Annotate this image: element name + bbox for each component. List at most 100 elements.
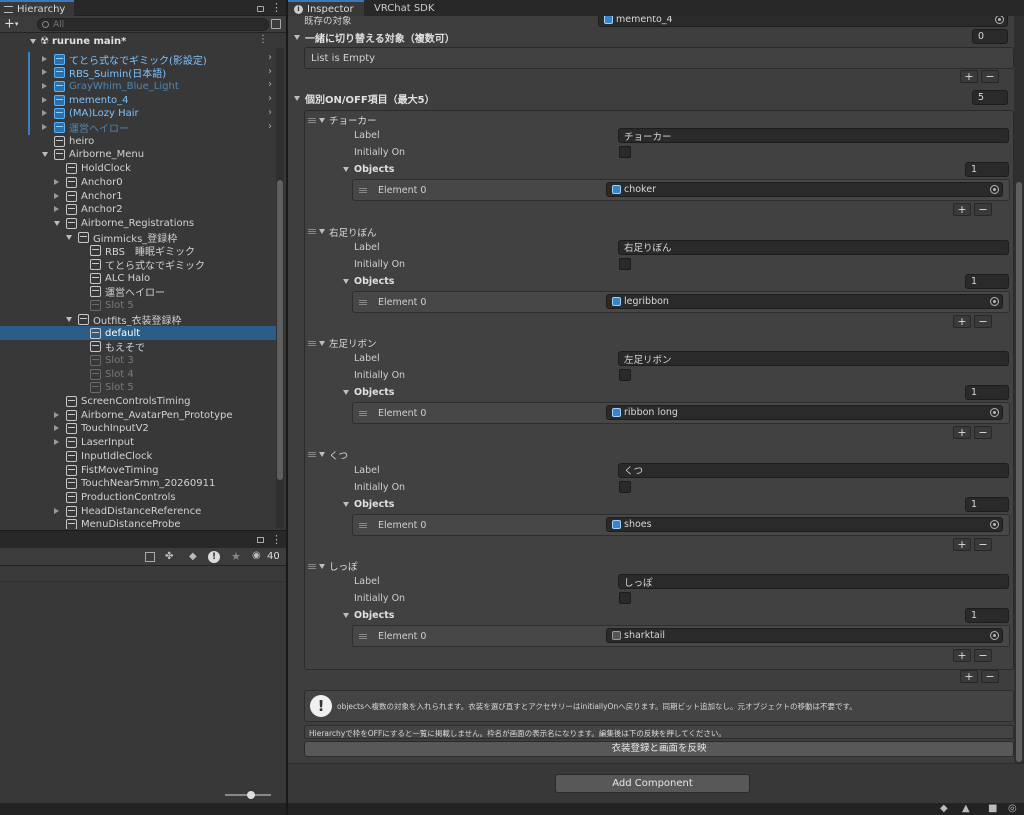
tab-hierarchy[interactable]: Hierarchy <box>0 0 74 16</box>
drag-handle-icon[interactable] <box>308 340 316 346</box>
expand-arrow-icon[interactable] <box>42 110 47 117</box>
open-prefab-chevron-icon[interactable]: › <box>268 52 272 63</box>
open-prefab-chevron-icon[interactable]: › <box>268 107 272 118</box>
objects-collapse-arrow[interactable] <box>343 613 349 618</box>
entry-header[interactable]: 左足リボン <box>308 336 377 350</box>
element-drag-handle-icon[interactable] <box>359 188 367 193</box>
individual-count-field[interactable]: 5 <box>972 90 1008 105</box>
element-drag-handle-icon[interactable] <box>359 634 367 639</box>
tree-item[interactable]: Anchor2 <box>0 203 276 217</box>
drag-handle-icon[interactable] <box>308 452 316 457</box>
objects-collapse-arrow[interactable] <box>343 501 349 507</box>
objects-header[interactable]: Objects <box>343 499 394 510</box>
tree-item[interactable]: ALC Halo <box>0 271 276 285</box>
tree-item[interactable]: てとら式なでギミック(影設定) › <box>0 52 276 67</box>
expand-arrow-icon[interactable] <box>54 411 59 418</box>
expand-arrow-icon[interactable] <box>54 206 59 213</box>
objects-header[interactable]: Objects <box>343 610 394 621</box>
objects-remove-button[interactable]: − <box>974 314 992 328</box>
drag-handle-icon[interactable] <box>308 117 316 123</box>
collapse-arrow-icon[interactable] <box>42 152 48 158</box>
tree-item[interactable]: Gimmicks_登録枠 <box>0 230 276 245</box>
lock-icon[interactable] <box>257 6 264 12</box>
entry-collapse-arrow[interactable] <box>319 340 325 346</box>
expand-arrow-icon[interactable] <box>42 96 47 103</box>
status-icon-2[interactable]: ▲ <box>962 803 970 814</box>
warning-icon[interactable]: ! <box>208 551 220 563</box>
entry-header[interactable]: くつ <box>308 448 348 462</box>
drag-handle-icon[interactable] <box>308 563 316 569</box>
object-picker-icon[interactable] <box>990 185 999 194</box>
objects-header[interactable]: Objects <box>343 164 394 175</box>
search-input[interactable]: All <box>37 18 269 31</box>
tree-item[interactable]: Slot 5 <box>0 381 276 395</box>
initially-on-checkbox[interactable] <box>619 592 631 604</box>
tag-icon[interactable]: ◆ <box>189 551 197 562</box>
entry-header[interactable]: しっぽ <box>308 559 358 573</box>
objects-count-field[interactable]: 1 <box>965 608 1009 623</box>
tree-item[interactable]: LaserInput <box>0 436 276 450</box>
objects-add-button[interactable]: + <box>953 649 971 662</box>
tree-item[interactable]: ScreenControlsTiming <box>0 395 276 409</box>
tree-item[interactable]: heiro <box>0 134 276 148</box>
initially-on-checkbox[interactable] <box>619 257 631 270</box>
expand-arrow-icon[interactable] <box>42 124 47 130</box>
entry-collapse-arrow[interactable] <box>319 229 325 234</box>
status-icon-4[interactable]: ◎ <box>1008 803 1017 814</box>
entry-collapse-arrow[interactable] <box>319 117 325 123</box>
object-picker-icon[interactable] <box>990 296 999 306</box>
tree-item[interactable]: default <box>0 326 276 340</box>
tree-item[interactable]: Anchor0 <box>0 175 276 189</box>
filter-type-icon[interactable]: ✤ <box>165 551 173 562</box>
existing-target-field[interactable]: memento_4 <box>598 16 1008 27</box>
scene-filter-icon[interactable] <box>271 19 281 29</box>
tree-item[interactable]: ProductionControls <box>0 490 276 504</box>
object-picker-icon[interactable] <box>990 519 999 529</box>
objects-collapse-arrow[interactable] <box>343 278 349 284</box>
tab-inspector[interactable]: i Inspector <box>288 0 364 16</box>
tree-item[interactable]: MenuDistanceProbe <box>0 518 276 529</box>
tree-item[interactable]: Slot 5 <box>0 299 276 313</box>
label-input[interactable]: しっぽ <box>618 574 1009 589</box>
tree-item[interactable]: memento_4 › <box>0 93 276 108</box>
open-prefab-chevron-icon[interactable]: › <box>268 93 272 104</box>
inspector-scrollbar[interactable] <box>1014 16 1024 763</box>
tree-item[interactable]: GrayWhim_Blue_Light › <box>0 79 276 94</box>
kebab-menu-icon[interactable]: ⋮ <box>271 1 282 14</box>
tree-item[interactable]: Airborne_Menu <box>0 148 276 162</box>
objects-remove-button[interactable]: − <box>974 649 992 662</box>
tree-item[interactable]: TouchNear5mm_20260911 <box>0 477 276 491</box>
open-prefab-chevron-icon[interactable]: › <box>268 121 272 132</box>
element-object-field[interactable]: shoes <box>606 516 1003 532</box>
individual-section-header[interactable]: 個別ON/OFF項目（最大5） <box>294 91 435 106</box>
tree-item[interactable]: RBS_Suimin(日本語) › <box>0 65 276 80</box>
object-picker-icon[interactable] <box>990 408 999 417</box>
objects-remove-button[interactable]: − <box>974 537 992 551</box>
entry-collapse-arrow[interactable] <box>319 563 325 569</box>
object-picker-icon[interactable] <box>995 16 1004 24</box>
expand-arrow-icon[interactable] <box>42 69 47 76</box>
label-input[interactable]: 左足リボン <box>618 351 1009 366</box>
hierarchy-scrollbar[interactable] <box>276 48 284 528</box>
element-drag-handle-icon[interactable] <box>359 522 367 528</box>
tree-item[interactable]: HoldClock <box>0 162 276 176</box>
expand-arrow-icon[interactable] <box>54 425 59 432</box>
tree-item[interactable]: Slot 3 <box>0 353 276 367</box>
tab-vrchat-sdk[interactable]: VRChat SDK <box>368 0 440 16</box>
star-icon[interactable]: ★ <box>231 550 241 563</box>
open-prefab-chevron-icon[interactable]: › <box>268 79 272 90</box>
expand-arrow-icon[interactable] <box>54 178 59 185</box>
individual-add-button[interactable]: + <box>960 670 978 683</box>
element-drag-handle-icon[interactable] <box>359 411 367 416</box>
tree-item[interactable]: Outfits_衣装登録枠 <box>0 312 276 327</box>
expand-arrow-icon[interactable] <box>54 192 59 199</box>
drag-handle-icon[interactable] <box>308 229 316 234</box>
objects-remove-button[interactable]: − <box>974 426 992 439</box>
initially-on-checkbox[interactable] <box>619 480 631 493</box>
expand-arrow-icon[interactable] <box>54 507 59 514</box>
switch-add-button[interactable]: + <box>960 70 978 83</box>
tree-item[interactable]: Airborne_AvatarPen_Prototype <box>0 408 276 422</box>
tree-item[interactable]: Anchor1 <box>0 189 276 203</box>
expand-arrow-icon[interactable] <box>42 82 47 89</box>
objects-add-button[interactable]: + <box>953 203 971 216</box>
